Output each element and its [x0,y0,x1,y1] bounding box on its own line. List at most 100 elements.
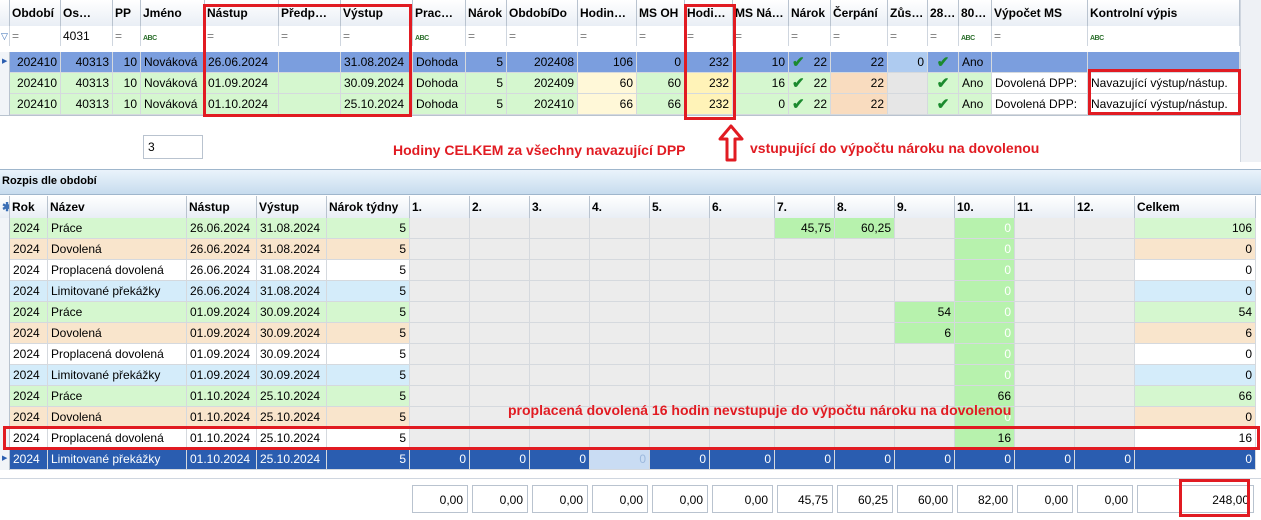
month-cell[interactable] [895,344,955,365]
column-header[interactable]: Čerpání [831,0,888,26]
month-cell[interactable] [895,218,955,239]
month-cell[interactable] [590,344,650,365]
month-cell[interactable] [895,281,955,302]
month-cell[interactable]: 0 [1075,449,1135,470]
top-cell-narok[interactable]: 5 [466,94,507,115]
month-cell[interactable] [590,323,650,344]
filter-cell[interactable]: ABC [141,26,205,46]
month-cell[interactable] [895,365,955,386]
top-cell-narok[interactable]: 5 [466,73,507,94]
total-cell[interactable]: 0 [1135,260,1256,281]
top-cell-msna[interactable]: 0 [733,94,789,115]
filter-cell[interactable]: = [637,26,685,46]
bottom-cell-nastup[interactable]: 26.06.2024 [187,218,257,239]
bottom-cell-rok[interactable]: 2024 [10,323,48,344]
month-cell[interactable] [530,365,590,386]
month-cell[interactable] [1015,407,1075,428]
column-header[interactable]: Výpočet MS [992,0,1088,26]
top-cell-pp[interactable]: 10 [113,73,141,94]
bottom-cell-narok[interactable]: 5 [327,386,410,407]
bottom-cell-vystup[interactable]: 31.08.2024 [257,239,327,260]
top-cell-cerpani[interactable]: 22 [831,94,888,115]
column-header[interactable]: Hodin… [578,0,637,26]
month-cell[interactable] [1015,260,1075,281]
bottom-cell-nazev[interactable]: Práce [48,218,187,239]
top-cell-hodin[interactable]: 60 [578,73,637,94]
month-cell[interactable] [835,281,895,302]
total-cell[interactable]: 54 [1135,302,1256,323]
column-header[interactable]: 9. [895,196,955,218]
month-cell[interactable] [895,260,955,281]
month-cell[interactable] [410,323,470,344]
row-indicator[interactable] [0,365,10,386]
column-header[interactable]: 12. [1075,196,1135,218]
bottom-cell-nastup[interactable]: 01.09.2024 [187,323,257,344]
bottom-cell-vystup[interactable]: 31.08.2024 [257,281,327,302]
bottom-cell-narok[interactable]: 5 [327,365,410,386]
column-header[interactable]: Kontrolní výpis [1088,0,1240,26]
top-cell-msoh[interactable]: 0 [637,52,685,73]
top-cell-os[interactable]: 40313 [61,52,113,73]
month-cell[interactable] [590,302,650,323]
filter-cell[interactable]: ABC [1088,26,1240,46]
month-cell[interactable] [835,344,895,365]
month-cell[interactable] [470,260,530,281]
top-cell-prac[interactable]: Dohoda [413,73,466,94]
bottom-cell-rok[interactable]: 2024 [10,344,48,365]
filter-cell[interactable]: ABC [413,26,466,46]
month-cell[interactable] [835,239,895,260]
bottom-cell-nazev[interactable]: Proplacená dovolená [48,260,187,281]
bottom-cell-nastup[interactable]: 01.10.2024 [187,386,257,407]
column-header[interactable]: Jméno [141,0,205,26]
top-cell-obdobido[interactable]: 202409 [507,73,578,94]
month-cell[interactable]: 45,75 [775,218,835,239]
month-cell[interactable] [1075,386,1135,407]
top-cell-cerpani[interactable]: 22 [831,73,888,94]
filter-cell[interactable]: = [578,26,637,46]
column-header[interactable]: MS OH [637,0,685,26]
column-header[interactable]: Os… [61,0,113,26]
month-cell[interactable] [710,365,775,386]
column-header[interactable]: Zůs… [888,0,928,26]
filter-cell[interactable]: = [507,26,578,46]
month-cell[interactable] [530,218,590,239]
row-indicator[interactable] [0,94,10,115]
filter-cell[interactable]: = [113,26,141,46]
month-cell[interactable] [1015,218,1075,239]
month-cell[interactable] [710,281,775,302]
column-header[interactable]: 8. [835,196,895,218]
month-cell[interactable] [1075,302,1135,323]
month-cell[interactable] [775,344,835,365]
top-cell-hodin[interactable]: 106 [578,52,637,73]
bottom-cell-vystup[interactable]: 31.08.2024 [257,218,327,239]
bottom-cell-vystup[interactable]: 30.09.2024 [257,365,327,386]
month-cell[interactable] [710,323,775,344]
bottom-cell-rok[interactable]: 2024 [10,449,48,470]
bottom-cell-nastup[interactable]: 01.10.2024 [187,449,257,470]
filter-cell[interactable]: = [10,26,61,46]
month-cell[interactable] [1075,344,1135,365]
row-indicator[interactable]: ▶ [0,52,10,73]
bottom-cell-vystup[interactable]: 30.09.2024 [257,344,327,365]
month-cell[interactable] [650,302,710,323]
month-cell[interactable]: 0 [650,449,710,470]
bottom-cell-nazev[interactable]: Práce [48,386,187,407]
bottom-cell-vystup[interactable]: 25.10.2024 [257,386,327,407]
top-cell-prac[interactable]: Dohoda [413,52,466,73]
filter-icon[interactable]: ▽ [0,26,10,46]
column-header[interactable]: Nárok [789,0,831,26]
top-cell-obdobi[interactable]: 202410 [10,52,61,73]
month-cell[interactable]: 0 [955,260,1015,281]
column-header[interactable]: 28… [928,0,959,26]
top-cell-msna[interactable]: 16 [733,73,789,94]
column-header[interactable]: Období [10,0,61,26]
top-cell-jmeno[interactable]: Nováková [141,52,205,73]
top-cell-c80[interactable]: Ano [959,94,992,115]
bottom-cell-narok[interactable]: 5 [327,323,410,344]
column-header[interactable]: Nárok týdny [327,196,410,218]
top-cell-c28[interactable]: ✔ [928,94,959,115]
month-cell[interactable] [1075,365,1135,386]
row-indicator[interactable] [0,344,10,365]
bottom-cell-vystup[interactable]: 30.09.2024 [257,302,327,323]
column-header[interactable]: 5. [650,196,710,218]
